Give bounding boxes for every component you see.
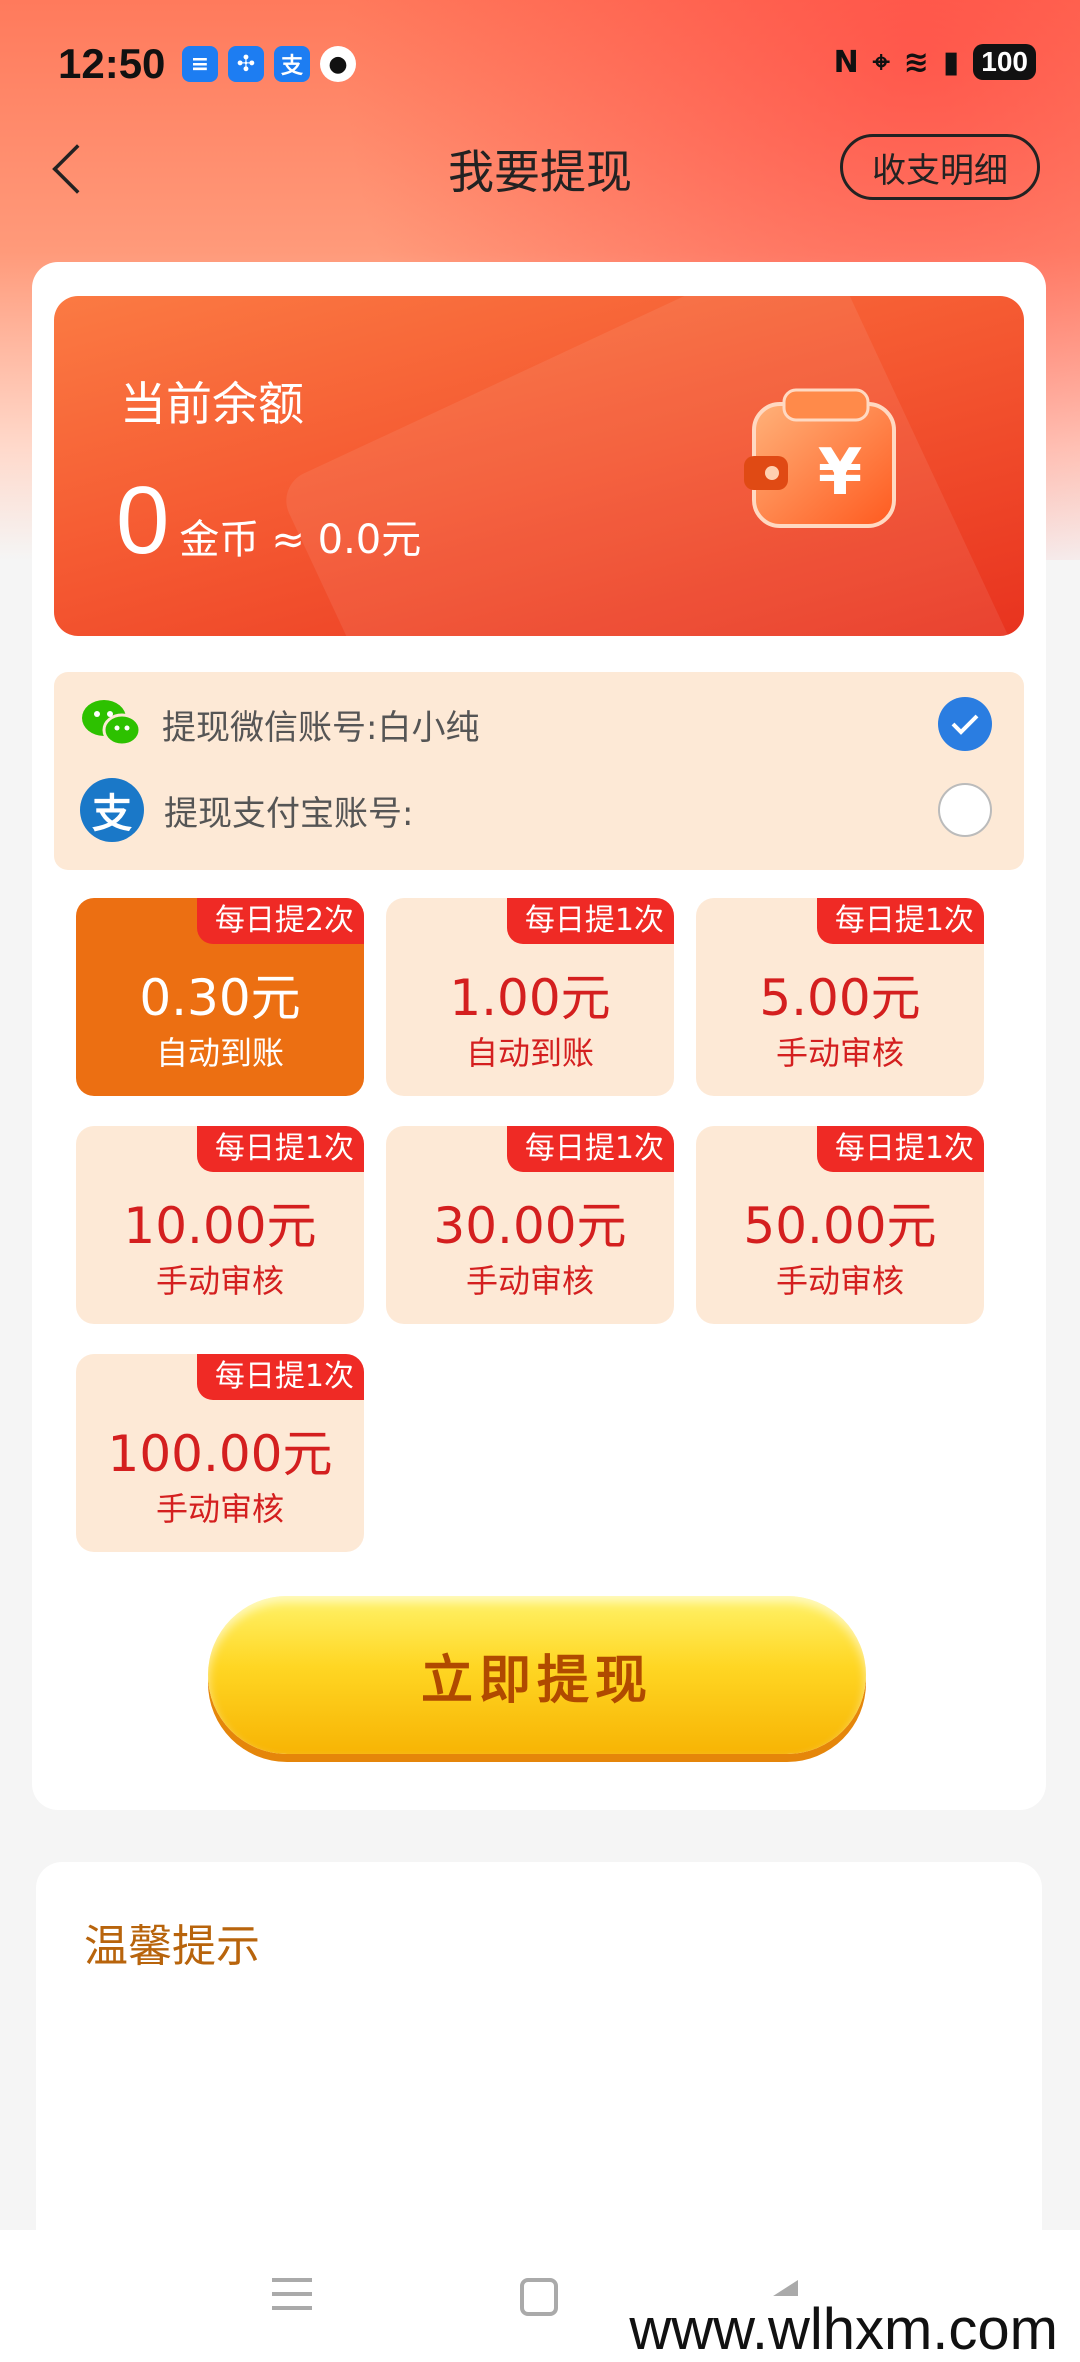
balance-approx: ≈ 0.0元 [271, 517, 422, 563]
nfc-icon: N [833, 44, 859, 80]
income-expense-detail-button[interactable]: 收支明细 [840, 134, 1040, 200]
home-icon[interactable] [520, 2278, 558, 2316]
account-selector: 提现微信账号:白小纯 支 提现支付宝账号: [54, 672, 1024, 870]
qq-icon: ● [320, 46, 356, 82]
battery-icon: 100 [973, 44, 1036, 80]
daily-limit-tag: 每日提1次 [816, 898, 984, 944]
amount-value: 5.00元 [759, 969, 921, 1027]
wallet-icon: ¥ [744, 386, 904, 536]
wechat-icon [80, 698, 142, 750]
amount-option[interactable]: 每日提1次 5.00元 手动审核 [696, 898, 984, 1096]
amount-option[interactable]: 每日提1次 30.00元 手动审核 [386, 1126, 674, 1324]
amount-mode: 手动审核 [465, 1262, 594, 1300]
amount-option[interactable]: 每日提1次 100.00元 手动审核 [76, 1354, 364, 1552]
daily-limit-tag: 每日提1次 [196, 1126, 364, 1172]
daily-limit-tag: 每日提1次 [506, 1126, 674, 1172]
daily-limit-tag: 每日提2次 [196, 898, 364, 944]
balance-card: 当前余额 0 金币 ≈ 0.0元 ¥ [54, 296, 1024, 636]
withdraw-now-button[interactable]: 立即提现 [208, 1596, 866, 1754]
status-bar: 12:50 ≡ ✣ 支 ● N ⌖ ≋ ▮ 100 [0, 0, 1080, 130]
balance-value: 0 [116, 467, 170, 574]
pinwheel-icon: ✣ [228, 46, 264, 82]
amount-value: 100.00元 [107, 1425, 333, 1483]
menu-icon[interactable] [272, 2278, 312, 2320]
wechat-account-label: 提现微信账号:白小纯 [162, 707, 480, 748]
amount-value: 30.00元 [433, 1197, 627, 1255]
svg-text:¥: ¥ [818, 436, 863, 510]
amount-value: 10.00元 [123, 1197, 317, 1255]
nav-bar: 我要提现 收支明细 [0, 130, 1080, 230]
amount-option[interactable]: 每日提1次 1.00元 自动到账 [386, 898, 674, 1096]
amount-mode: 手动审核 [155, 1490, 284, 1528]
system-icons: N ⌖ ≋ ▮ 100 [834, 44, 1036, 80]
amount-option[interactable]: 每日提2次 0.30元 自动到账 [76, 898, 364, 1096]
wechat-account-option[interactable]: 提现微信账号:白小纯 [80, 697, 1000, 751]
alipay-account-option[interactable]: 支 提现支付宝账号: [80, 778, 1000, 842]
amount-value: 0.30元 [139, 969, 301, 1027]
amount-value: 1.00元 [449, 969, 611, 1027]
amount-mode: 自动到账 [465, 1034, 594, 1072]
alipay-icon: 支 [80, 778, 144, 842]
alipay-icon: 支 [274, 46, 310, 82]
alipay-radio-unchecked[interactable] [938, 783, 992, 837]
amount-mode: 手动审核 [155, 1262, 284, 1300]
location-icon: ⌖ [872, 44, 890, 80]
daily-limit-tag: 每日提1次 [506, 898, 674, 944]
daily-limit-tag: 每日提1次 [196, 1354, 364, 1400]
balance-label: 当前余额 [120, 377, 304, 431]
tips-title: 温馨提示 [84, 1921, 260, 1972]
signal-icon: ▮ [942, 44, 960, 80]
withdraw-card: 当前余额 0 金币 ≈ 0.0元 ¥ 提现微信账号:白小纯 支 提现支付宝账号:… [32, 262, 1046, 1810]
alipay-account-label: 提现支付宝账号: [164, 793, 414, 834]
wifi-icon: ≋ [903, 44, 929, 80]
notification-icons: ≡ ✣ 支 ● [182, 46, 356, 82]
status-time: 12:50 [58, 40, 166, 87]
message-icon: ≡ [182, 46, 218, 82]
wechat-radio-checked[interactable] [938, 697, 992, 751]
balance-row: 0 金币 ≈ 0.0元 [116, 466, 421, 576]
tips-card: 温馨提示 [36, 1862, 1042, 2262]
watermark: www.wlhxm.com [621, 2296, 1066, 2362]
amount-option[interactable]: 每日提1次 10.00元 手动审核 [76, 1126, 364, 1324]
amount-option[interactable]: 每日提1次 50.00元 手动审核 [696, 1126, 984, 1324]
amount-mode: 手动审核 [775, 1262, 904, 1300]
balance-unit: 金币 [179, 517, 260, 563]
amount-value: 50.00元 [743, 1197, 937, 1255]
amount-mode: 手动审核 [775, 1034, 904, 1072]
daily-limit-tag: 每日提1次 [816, 1126, 984, 1172]
amount-mode: 自动到账 [155, 1034, 284, 1072]
